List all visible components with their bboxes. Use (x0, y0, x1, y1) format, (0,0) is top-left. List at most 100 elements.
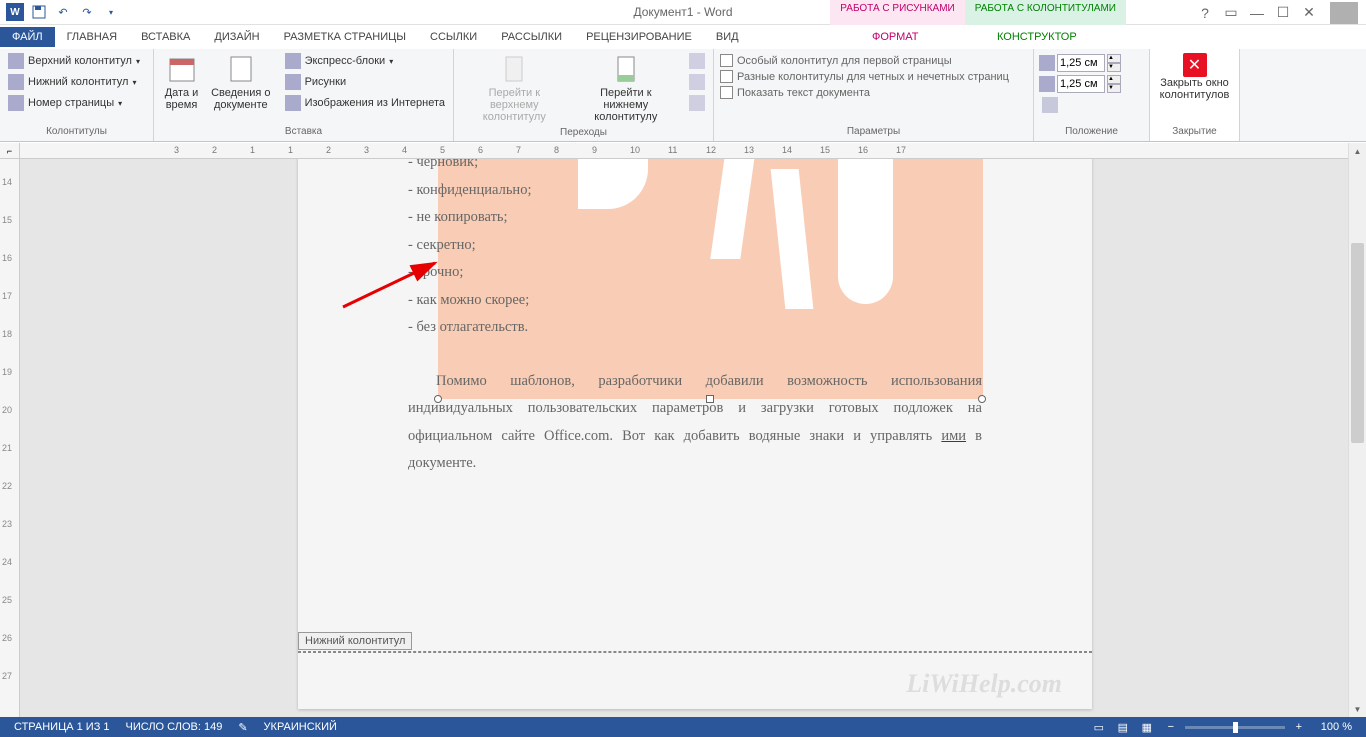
checkbox-icon (720, 86, 733, 99)
close-icon: ✕ (1183, 53, 1207, 77)
quick-access-toolbar: W ↶ ↷ ▾ (0, 1, 122, 23)
pictures-button[interactable]: Рисунки (281, 72, 449, 92)
close-header-footer-button[interactable]: ✕ Закрыть окно колонтитулов (1154, 51, 1236, 103)
maximize-button[interactable]: ☐ (1274, 4, 1292, 22)
list-item: - как можно скорее; (408, 287, 982, 315)
scrollbar-thumb[interactable] (1351, 243, 1364, 443)
spin-down[interactable]: ▼ (1107, 84, 1121, 93)
page-number-button[interactable]: Номер страницы▾ (4, 93, 144, 113)
footer-bottom-input[interactable] (1057, 75, 1105, 93)
tab-format[interactable]: ФОРМАТ (860, 27, 931, 47)
quick-parts-icon (285, 53, 301, 69)
user-avatar[interactable] (1330, 2, 1358, 24)
tab-references[interactable]: ССЫЛКИ (418, 27, 489, 47)
tab-design[interactable]: ДИЗАЙН (202, 27, 271, 47)
first-page-checkbox[interactable]: Особый колонтитул для первой страницы (718, 53, 1011, 68)
undo-button[interactable]: ↶ (52, 1, 74, 23)
vertical-scrollbar[interactable]: ▲ ▼ (1348, 143, 1366, 717)
doc-info-icon (225, 53, 257, 85)
ribbon-group-header-footer: Верхний колонтитул▾ Нижний колонтитул▾ Н… (0, 49, 154, 141)
goto-footer-button[interactable]: Перейти к нижнему колонтитулу (571, 51, 681, 125)
group-title-header-footer: Колонтитулы (4, 124, 149, 139)
redo-button[interactable]: ↷ (76, 1, 98, 23)
goto-header-button[interactable]: Перейти к верхнему колонтитулу (458, 51, 571, 125)
list-item: - не копировать; (408, 204, 982, 232)
document-area[interactable]: - черновик; - конфиденциально; - не копи… (20, 159, 1348, 717)
online-pictures-icon (285, 95, 301, 111)
ribbon-tabs: ФАЙЛ ГЛАВНАЯ ВСТАВКА ДИЗАЙН РАЗМЕТКА СТР… (0, 25, 1366, 49)
window-controls: ? ▭ — ☐ ✕ (1196, 0, 1366, 25)
ribbon-options-button[interactable]: ▭ (1222, 4, 1240, 22)
header-pos-icon (1039, 55, 1055, 71)
ruler-corner: ⌐ (0, 143, 20, 159)
spellcheck-underline: ими (941, 428, 966, 444)
language[interactable]: УКРАИНСКИЙ (256, 721, 345, 733)
footer-region[interactable]: Нижний колонтитул (298, 651, 1092, 653)
page-count[interactable]: СТРАНИЦА 1 ИЗ 1 (6, 721, 118, 733)
group-title-options: Параметры (718, 124, 1029, 139)
checkbox-icon (720, 70, 733, 83)
tab-mailings[interactable]: РАССЫЛКИ (489, 27, 574, 47)
qat-customize-icon[interactable]: ▾ (100, 1, 122, 23)
page: - черновик; - конфиденциально; - не копи… (298, 159, 1092, 709)
tab-home[interactable]: ГЛАВНАЯ (55, 27, 129, 47)
header-button[interactable]: Верхний колонтитул▾ (4, 51, 144, 71)
tab-view[interactable]: ВИД (704, 27, 751, 47)
zoom-slider[interactable] (1185, 726, 1285, 729)
help-button[interactable]: ? (1196, 4, 1214, 22)
header-top-input[interactable] (1057, 54, 1105, 72)
ribbon-group-navigation: Перейти к верхнему колонтитулу Перейти к… (454, 49, 714, 141)
document-info-button[interactable]: Сведения о документе (205, 51, 277, 113)
zoom-slider-thumb[interactable] (1233, 722, 1238, 733)
list-item: - срочно; (408, 259, 982, 287)
list-item: - без отлагательств. (408, 314, 982, 342)
tab-constructor[interactable]: КОНСТРУКТОР (985, 27, 1089, 47)
quick-parts-button[interactable]: Экспресс-блоки▾ (281, 51, 449, 71)
list-item: - конфиденциально; (408, 177, 982, 205)
scroll-up-button[interactable]: ▲ (1349, 143, 1366, 159)
footer-pos-icon (1039, 76, 1055, 92)
spin-down[interactable]: ▼ (1107, 63, 1121, 72)
spin-up[interactable]: ▲ (1107, 54, 1121, 63)
zoom-out-button[interactable]: − (1161, 719, 1181, 735)
spin-up[interactable]: ▲ (1107, 75, 1121, 84)
zoom-in-button[interactable]: + (1289, 719, 1309, 735)
web-layout-icon[interactable]: ▦ (1137, 719, 1157, 735)
show-doc-text-checkbox[interactable]: Показать текст документа (718, 85, 1011, 100)
group-title-navigation: Переходы (458, 125, 709, 140)
zoom-value[interactable]: 100 % (1313, 721, 1360, 733)
context-tab-header-footer: РАБОТА С КОЛОНТИТУЛАМИ (965, 0, 1126, 25)
horizontal-ruler[interactable]: 3211234567891011121314151617 (20, 143, 1348, 159)
odd-even-checkbox[interactable]: Разные колонтитулы для четных и нечетных… (718, 69, 1011, 84)
group-title-position: Положение (1038, 124, 1145, 139)
scroll-down-button[interactable]: ▼ (1349, 701, 1366, 717)
word-count[interactable]: ЧИСЛО СЛОВ: 149 (118, 721, 231, 733)
footer-icon (8, 74, 24, 90)
tab-insert[interactable]: ВСТАВКА (129, 27, 202, 47)
save-button[interactable] (28, 1, 50, 23)
nav-link-button (685, 93, 709, 113)
minimize-button[interactable]: — (1248, 4, 1266, 22)
page-number-icon (8, 95, 24, 111)
date-time-button[interactable]: Дата и время (158, 51, 205, 113)
close-window-button[interactable]: ✕ (1300, 4, 1318, 22)
group-title-insert: Вставка (158, 124, 449, 139)
proofing-icon[interactable]: ✎ (230, 721, 255, 734)
ribbon-group-close: ✕ Закрыть окно колонтитулов Закрытие (1150, 49, 1240, 141)
read-mode-icon[interactable]: ▭ (1089, 719, 1109, 735)
footer-button[interactable]: Нижний колонтитул▾ (4, 72, 144, 92)
goto-header-icon (498, 53, 530, 85)
print-layout-icon[interactable]: ▤ (1113, 719, 1133, 735)
document-title: Документ1 - Word (633, 5, 732, 19)
vertical-ruler[interactable]: 1415161718192021222324252627 (0, 159, 20, 717)
goto-footer-icon (610, 53, 642, 85)
site-watermark: LiWiHelp.com (906, 669, 1062, 699)
word-app-icon[interactable]: W (4, 1, 26, 23)
tab-file[interactable]: ФАЙЛ (0, 27, 55, 47)
tab-page-layout[interactable]: РАЗМЕТКА СТРАНИЦЫ (272, 27, 418, 47)
page-number-label: Номер страницы (28, 97, 114, 109)
tab-review[interactable]: РЕЦЕНЗИРОВАНИЕ (574, 27, 704, 47)
insert-tab-stop[interactable] (1038, 95, 1122, 115)
nav-next-button (685, 72, 709, 92)
online-pictures-button[interactable]: Изображения из Интернета (281, 93, 449, 113)
